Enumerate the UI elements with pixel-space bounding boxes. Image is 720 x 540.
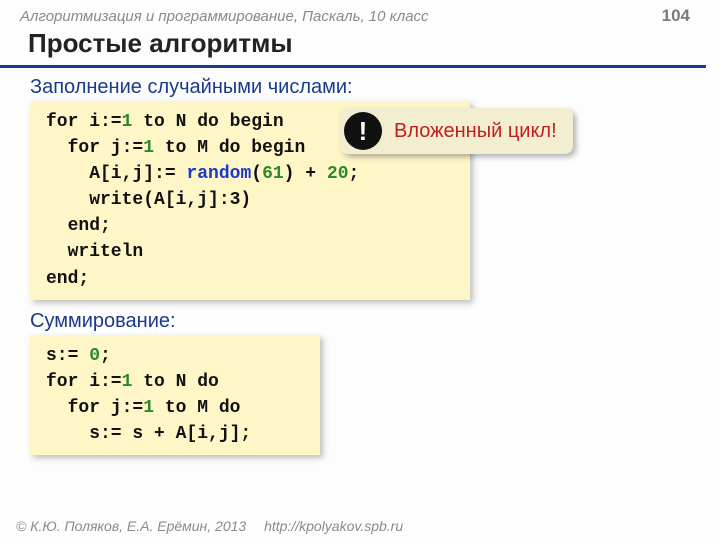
section-sum-label: Суммирование:: [0, 310, 720, 333]
copyright: © К.Ю. Поляков, Е.А. Ерёмин, 2013: [16, 518, 246, 534]
callout-nested-loop: ! Вложенный цикл!: [340, 108, 573, 154]
page-number: 104: [662, 6, 690, 26]
section-fill-label: Заполнение случайными числами:: [0, 76, 720, 99]
footer-link: http://kpolyakov.spb.ru: [264, 518, 403, 534]
course-name: Алгоритмизация и программирование, Паска…: [20, 8, 429, 25]
slide-header: Алгоритмизация и программирование, Паска…: [0, 0, 720, 28]
code-block-sum: s:= 0; for i:=1 to N do for j:=1 to M do…: [30, 335, 320, 455]
exclamation-icon: !: [344, 112, 382, 150]
slide-footer: © К.Ю. Поляков, Е.А. Ерёмин, 2013 http:/…: [16, 518, 403, 534]
callout-text: Вложенный цикл!: [394, 120, 557, 143]
slide-title: Простые алгоритмы: [0, 28, 706, 68]
